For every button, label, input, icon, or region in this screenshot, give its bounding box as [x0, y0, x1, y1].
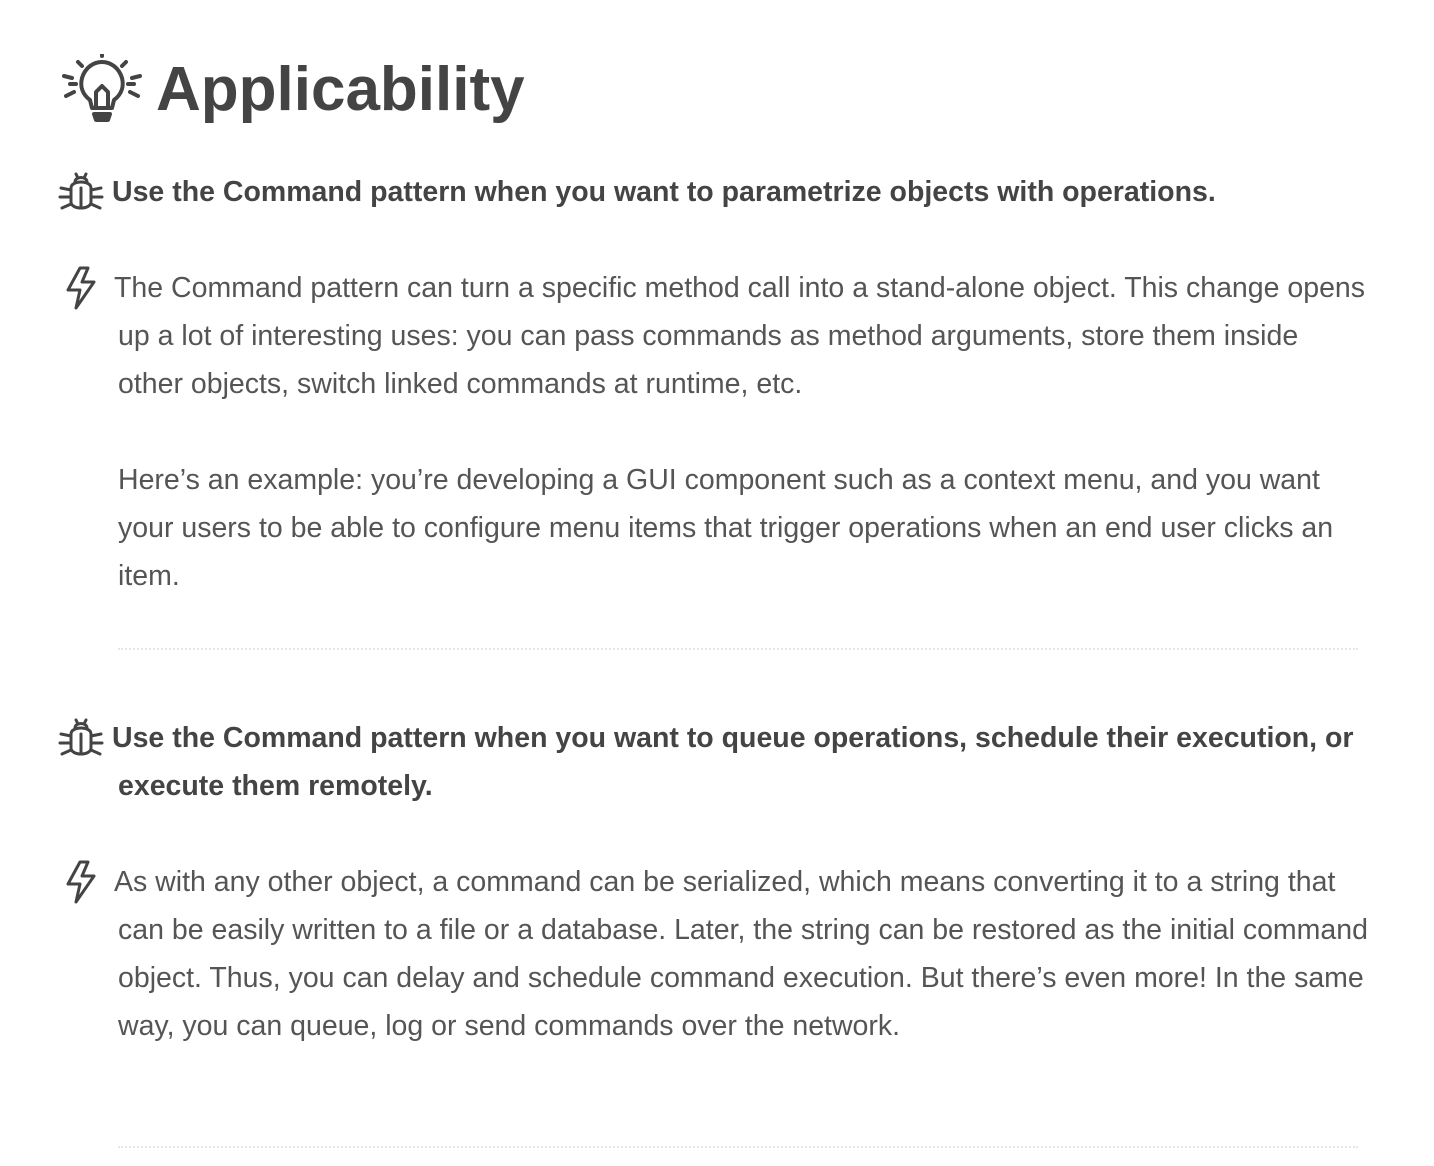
problem-statement: Use the Command pattern when you want to… — [58, 714, 1368, 810]
section-heading: Applicability — [60, 50, 525, 130]
solution-paragraph: The Command pattern can turn a specific … — [114, 272, 1366, 400]
solution-paragraph: As with any other object, a command can … — [114, 866, 1368, 1042]
problem-text: Use the Command pattern when you want to… — [112, 722, 1354, 802]
lightbulb-icon — [60, 54, 144, 126]
applicability-item: Use the Command pattern when you want to… — [58, 714, 1368, 1050]
page-title: Applicability — [156, 55, 525, 124]
solution-statement: The Command pattern can turn a specific … — [58, 264, 1368, 408]
bug-icon — [58, 170, 104, 214]
applicability-item: Use the Command pattern when you want to… — [58, 168, 1368, 600]
solution-statement: As with any other object, a command can … — [58, 858, 1368, 1050]
page: Applicability Use the Command pattern wh… — [0, 0, 1434, 1166]
bug-icon — [58, 716, 104, 760]
lightning-icon — [58, 266, 104, 310]
problem-text: Use the Command pattern when you want to… — [112, 176, 1216, 208]
problem-statement: Use the Command pattern when you want to… — [58, 168, 1368, 216]
divider — [118, 648, 1358, 650]
lightning-icon — [58, 860, 104, 904]
solution-paragraph: Here’s an example: you’re developing a G… — [118, 464, 1334, 592]
divider — [118, 1146, 1358, 1148]
